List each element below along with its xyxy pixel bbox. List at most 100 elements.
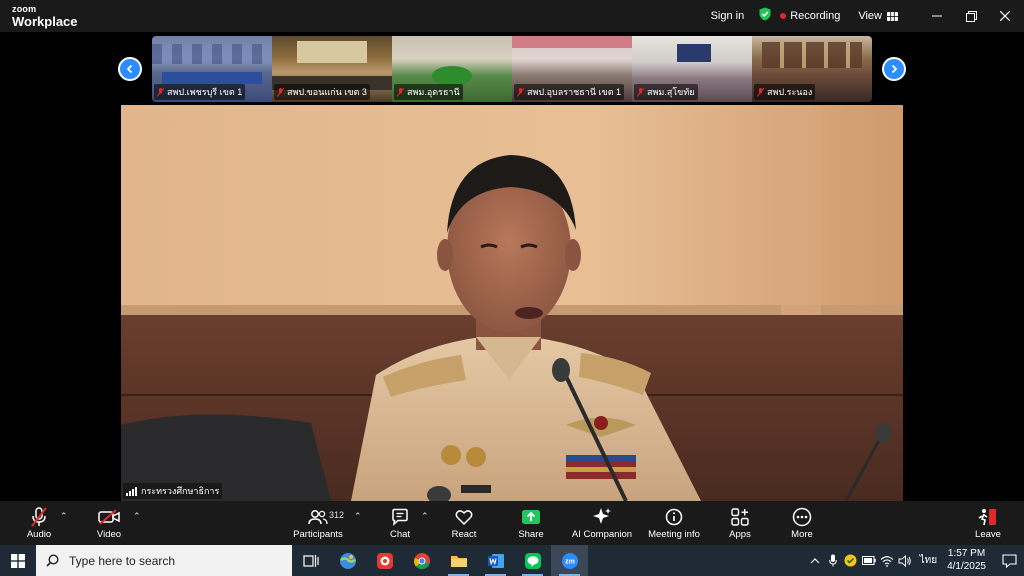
more-dots-icon: [792, 507, 812, 527]
restore-icon: [965, 10, 977, 22]
share-button[interactable]: Share: [514, 501, 548, 545]
chrome-icon: [413, 552, 430, 569]
more-button[interactable]: More: [786, 501, 818, 545]
folder-icon: [450, 555, 467, 567]
minimize-icon: [932, 15, 942, 17]
meeting-toolbar: Audio ⌃ Video ⌃ Participants 312 ⌃ Chat …: [0, 501, 1024, 545]
taskbar-search-box[interactable]: [36, 545, 292, 576]
ai-companion-button[interactable]: AI Companion: [570, 501, 634, 545]
muted-mic-icon: [31, 507, 47, 527]
taskbar-app-chrome[interactable]: [403, 545, 440, 576]
gallery-next-button[interactable]: [882, 57, 906, 81]
muted-mic-icon: [517, 87, 524, 97]
muted-mic-icon: [757, 87, 764, 97]
logo-zoom-text: zoom: [12, 4, 37, 14]
react-button[interactable]: React: [448, 501, 480, 545]
recording-indicator[interactable]: Recording: [780, 10, 840, 22]
minimize-button[interactable]: [920, 0, 954, 32]
line-icon: [524, 552, 541, 569]
tile-label: สพป.อุบลราชธานี เขต 1: [514, 84, 625, 100]
participants-icon: [308, 510, 328, 525]
participant-tile[interactable]: สพม.อุดรธานี: [392, 36, 512, 102]
video-button[interactable]: Video: [92, 501, 126, 545]
clock-date: 4/1/2025: [947, 560, 986, 572]
search-input[interactable]: [69, 553, 269, 568]
action-center-button[interactable]: [994, 545, 1024, 576]
globe-app-icon: [339, 552, 356, 569]
windows-taskbar: zm ไทย 1:57 PM 4/1/202: [0, 545, 1024, 576]
view-button[interactable]: View: [858, 10, 898, 22]
svg-text:zm: zm: [565, 558, 575, 565]
tray-wifi[interactable]: [878, 545, 896, 576]
notification-icon: [1001, 553, 1017, 568]
muted-mic-icon: [277, 87, 284, 97]
taskbar-app-line[interactable]: [514, 545, 551, 576]
taskbar-app-zoom[interactable]: zm: [551, 545, 588, 576]
title-bar: zoom Workplace Sign in Recording View: [0, 0, 1024, 32]
participant-tile[interactable]: สพป.ขอนแก่น เขต 3: [272, 36, 392, 102]
audio-button[interactable]: Audio: [22, 501, 56, 545]
video-options-chevron-icon[interactable]: ⌃: [133, 511, 141, 522]
zoom-workplace-logo: zoom Workplace: [12, 4, 78, 29]
battery-icon: [861, 556, 876, 565]
clock-time: 1:57 PM: [947, 548, 986, 559]
heart-icon: [455, 510, 473, 525]
view-label: View: [858, 10, 882, 22]
restore-button[interactable]: [954, 0, 988, 32]
participant-tile[interactable]: สพป.ระนอง: [752, 36, 872, 102]
tray-app-status[interactable]: [842, 545, 860, 576]
gallery-prev-button[interactable]: [118, 57, 142, 81]
share-screen-icon: [522, 510, 540, 524]
meeting-info-button[interactable]: Meeting info: [646, 501, 702, 545]
audio-signal-icon: [126, 486, 137, 496]
task-view-button[interactable]: [292, 545, 329, 576]
tray-battery[interactable]: [860, 545, 878, 576]
participant-tile[interactable]: สพม.สุโขทัย: [632, 36, 752, 102]
leave-button[interactable]: Leave: [972, 501, 1004, 545]
word-icon: [487, 553, 504, 568]
microphone-icon: [828, 554, 837, 567]
tile-label: สพม.อุดรธานี: [394, 84, 463, 100]
chat-button[interactable]: Chat: [385, 501, 415, 545]
apps-button[interactable]: Apps: [724, 501, 756, 545]
speaker-video-frame: [121, 105, 903, 501]
apps-icon: [731, 508, 749, 526]
taskbar-clock[interactable]: 1:57 PM 4/1/2025: [947, 548, 986, 573]
recording-label: Recording: [790, 10, 841, 22]
sign-in-link[interactable]: Sign in: [711, 10, 745, 22]
active-speaker-video[interactable]: กระทรวงศึกษาธิการ: [121, 105, 903, 501]
video-off-icon: [98, 509, 120, 525]
chat-icon: [392, 508, 408, 526]
close-icon: [1000, 11, 1010, 21]
sparkle-icon: [593, 508, 611, 524]
participant-tiles: สพป.เพชรบุรี เขต 1 สพป.ขอนแก่น เขต 3 สพม…: [152, 36, 872, 102]
chevron-up-icon: [810, 557, 820, 563]
tray-microphone[interactable]: [824, 545, 842, 576]
chevron-right-icon: [891, 64, 898, 74]
start-button[interactable]: [0, 545, 36, 576]
close-button[interactable]: [988, 0, 1022, 32]
input-language-indicator[interactable]: ไทย: [920, 553, 937, 568]
taskbar-app-red[interactable]: [366, 545, 403, 576]
zoom-window: zoom Workplace Sign in Recording View สพ…: [0, 0, 1024, 576]
participants-button[interactable]: Participants: [290, 501, 346, 545]
speaker-volume-icon: [898, 554, 911, 567]
participants-options-chevron-icon[interactable]: ⌃: [354, 511, 362, 522]
show-hidden-icons-button[interactable]: [806, 545, 824, 576]
audio-options-chevron-icon[interactable]: ⌃: [60, 511, 68, 522]
taskbar-app-word[interactable]: [477, 545, 514, 576]
encryption-shield-icon[interactable]: [758, 7, 780, 26]
tray-volume[interactable]: [896, 545, 914, 576]
chat-options-chevron-icon[interactable]: ⌃: [421, 511, 429, 522]
status-app-icon: [844, 554, 857, 567]
chevron-left-icon: [126, 64, 133, 74]
taskbar-app-file-explorer[interactable]: [440, 545, 477, 576]
participant-tile[interactable]: สพป.เพชรบุรี เขต 1: [152, 36, 272, 102]
tile-label: สพม.สุโขทัย: [634, 84, 698, 100]
taskbar-app-browser-globe[interactable]: [329, 545, 366, 576]
participants-count: 312: [329, 510, 345, 520]
tile-label: สพป.ขอนแก่น เขต 3: [274, 84, 370, 100]
participant-tile[interactable]: สพป.อุบลราชธานี เขต 1: [512, 36, 632, 102]
muted-mic-icon: [157, 87, 164, 97]
tile-label: สพป.เพชรบุรี เขต 1: [154, 84, 246, 100]
